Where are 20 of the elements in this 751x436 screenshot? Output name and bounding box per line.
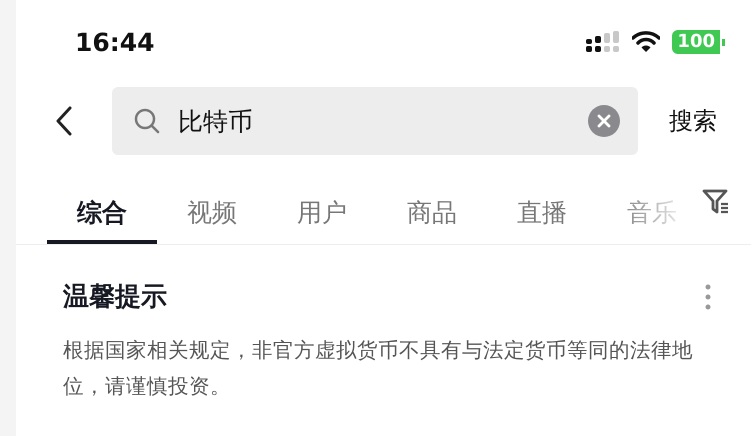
notice-text: 根据国家相关规定，非官方虚拟货币不具有与法定货币等同的法律地位，请谨慎投资。	[63, 337, 694, 400]
tab[interactable]: 商品	[377, 177, 487, 244]
status-time: 16:44	[75, 28, 156, 56]
more-icon[interactable]	[705, 284, 711, 310]
search-icon	[134, 108, 160, 134]
notice-title: 温馨提示	[63, 281, 167, 314]
search-input[interactable]: 比特币	[176, 106, 572, 136]
tab[interactable]: 用户	[267, 177, 377, 244]
tab[interactable]: 音乐	[597, 177, 707, 244]
search-field[interactable]: 比特币	[112, 87, 638, 155]
signal-icon	[586, 31, 620, 53]
filter-icon[interactable]	[702, 189, 730, 215]
clear-icon[interactable]	[588, 105, 620, 137]
battery-level: 100	[672, 30, 725, 54]
wifi-icon	[632, 31, 660, 53]
search-button[interactable]: 搜索	[669, 105, 717, 137]
tab[interactable]: 直播	[487, 177, 597, 244]
back-icon[interactable]	[56, 106, 72, 136]
tab[interactable]: 视频	[157, 177, 267, 244]
tab[interactable]: 综合	[47, 177, 157, 244]
